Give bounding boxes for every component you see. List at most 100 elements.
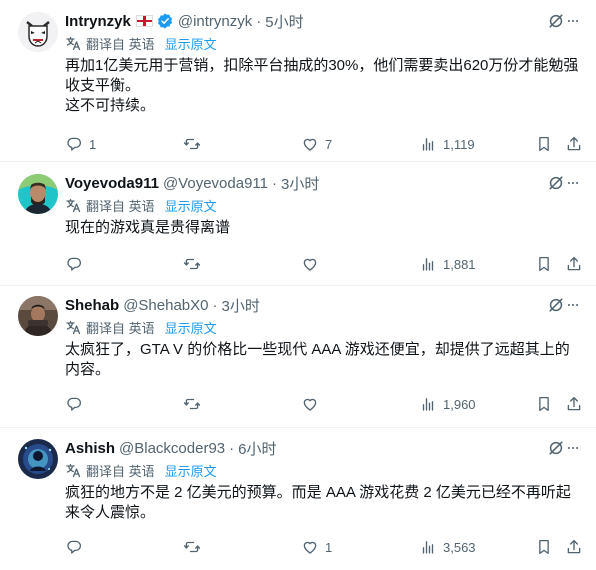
reply-button[interactable] (65, 252, 89, 276)
reply-icon (67, 397, 82, 411)
share-icon (567, 396, 581, 411)
separator-dot: · (212, 296, 218, 314)
timestamp[interactable]: 3小时 (221, 295, 259, 316)
share-button[interactable] (565, 392, 583, 416)
translated-from-label: 翻译自 英语 (86, 463, 155, 479)
retweet-button[interactable] (183, 392, 207, 416)
like-button[interactable] (301, 252, 325, 276)
tweet[interactable]: Intrynzyk @intrynzyk · 5小时 翻译自 英语 显示原文 再… (0, 0, 596, 162)
views-button[interactable]: 3,563 (419, 535, 476, 559)
reply-button[interactable] (65, 392, 89, 416)
like-count: 1 (325, 539, 333, 555)
user-handle[interactable]: @Voyevoda911 (163, 175, 268, 192)
grok-icon[interactable] (546, 11, 566, 31)
user-handle[interactable]: @Blackcoder93 (119, 440, 225, 457)
bookmark-button[interactable] (535, 535, 553, 559)
avatar[interactable] (18, 174, 58, 214)
avatar[interactable] (18, 439, 58, 479)
retweet-button[interactable] (183, 535, 207, 559)
view-count: 3,563 (443, 539, 476, 555)
bookmark-button[interactable] (535, 392, 553, 416)
share-button[interactable] (565, 252, 583, 276)
translate-icon (65, 35, 81, 51)
retweet-icon (183, 138, 201, 150)
display-name[interactable]: Ashish (65, 440, 115, 457)
tweet-text: 再加1亿美元用于营销，扣除平台抽成的30%，他们需要卖出620万份才能勉强 收支… (65, 57, 579, 114)
heart-icon (303, 138, 317, 151)
views-icon (422, 541, 434, 554)
action-bar: 1,881 (65, 252, 583, 276)
view-count: 1,119 (443, 136, 475, 152)
action-bar: 1 3,563 (65, 535, 583, 559)
tweet[interactable]: Shehab @ShehabX0 · 3小时 翻译自 英语 显示原文 太疯狂了，… (0, 286, 596, 428)
reply-button[interactable] (65, 535, 89, 559)
bookmark-button[interactable] (535, 252, 553, 276)
like-count: 7 (325, 136, 333, 152)
more-options-icon[interactable] (566, 11, 580, 31)
reply-icon (67, 540, 82, 554)
translated-from-label: 翻译自 英语 (86, 320, 155, 336)
heart-icon (303, 258, 317, 271)
grok-icon[interactable] (546, 438, 566, 458)
timestamp[interactable]: 5小时 (265, 11, 303, 32)
tweet-text: 现在的游戏真是贵得离谱 (65, 219, 231, 236)
timeline-feed: Intrynzyk @intrynzyk · 5小时 翻译自 英语 显示原文 再… (0, 0, 596, 570)
heart-icon (303, 398, 317, 411)
share-icon (567, 136, 581, 151)
timestamp[interactable]: 6小时 (238, 438, 276, 459)
tweet[interactable]: Voyevoda911 @Voyevoda911 · 3小时 翻译自 英语 显示… (0, 162, 596, 286)
translate-icon (65, 319, 81, 335)
verified-badge-icon[interactable] (156, 12, 174, 30)
view-count: 1,960 (443, 396, 476, 412)
more-options-icon[interactable] (566, 173, 580, 193)
reply-button[interactable]: 1 (65, 132, 96, 156)
like-button[interactable]: 7 (301, 132, 332, 156)
show-original-link[interactable]: 显示原文 (165, 196, 217, 215)
retweet-button[interactable] (183, 132, 207, 156)
reply-icon (67, 137, 82, 151)
more-options-icon[interactable] (566, 438, 580, 458)
bookmark-icon (539, 256, 549, 272)
action-bar: 1,960 (65, 392, 583, 416)
translated-from-label: 翻译自 英语 (86, 36, 155, 52)
bookmark-button[interactable] (535, 132, 553, 156)
avatar[interactable] (18, 12, 58, 52)
views-button[interactable]: 1,119 (419, 132, 475, 156)
separator-dot: · (229, 439, 235, 457)
like-button[interactable] (301, 392, 325, 416)
grok-icon[interactable] (546, 295, 566, 315)
heart-icon (303, 541, 317, 554)
views-button[interactable]: 1,881 (419, 252, 476, 276)
action-bar: 1 7 1,119 (65, 132, 583, 156)
tweet[interactable]: Ashish @Blackcoder93 · 6小时 翻译自 英语 显示原文 疯… (0, 428, 596, 570)
tweet-text: 疯狂的地方不是 2 亿美元的预算。而是 AAA 游戏花费 2 亿美元已经不再听起… (65, 484, 571, 521)
share-icon (567, 256, 581, 271)
separator-dot: · (256, 12, 262, 30)
retweet-icon (183, 541, 201, 553)
retweet-button[interactable] (183, 252, 207, 276)
grok-icon[interactable] (546, 173, 566, 193)
share-button[interactable] (565, 535, 583, 559)
views-icon (422, 138, 434, 151)
show-original-link[interactable]: 显示原文 (165, 318, 217, 337)
share-icon (567, 539, 581, 554)
bookmark-icon (539, 136, 549, 152)
display-name[interactable]: Shehab (65, 297, 119, 314)
views-button[interactable]: 1,960 (419, 392, 476, 416)
timestamp[interactable]: 3小时 (281, 173, 319, 194)
more-options-icon[interactable] (566, 295, 580, 315)
separator-dot: · (271, 174, 277, 192)
show-original-link[interactable]: 显示原文 (165, 461, 217, 480)
like-button[interactable]: 1 (301, 535, 332, 559)
views-icon (422, 398, 434, 411)
bookmark-icon (539, 539, 549, 555)
display-name[interactable]: Voyevoda911 (65, 175, 159, 192)
avatar[interactable] (18, 296, 58, 336)
show-original-link[interactable]: 显示原文 (165, 34, 217, 53)
user-handle[interactable]: @intrynzyk (178, 13, 252, 30)
tweet-text: 太疯狂了，GTA V 的价格比一些现代 AAA 游戏还便宜，却提供了远超其上的 … (65, 341, 570, 378)
view-count: 1,881 (443, 256, 476, 272)
display-name[interactable]: Intrynzyk (65, 13, 131, 30)
share-button[interactable] (565, 132, 583, 156)
user-handle[interactable]: @ShehabX0 (123, 297, 208, 314)
